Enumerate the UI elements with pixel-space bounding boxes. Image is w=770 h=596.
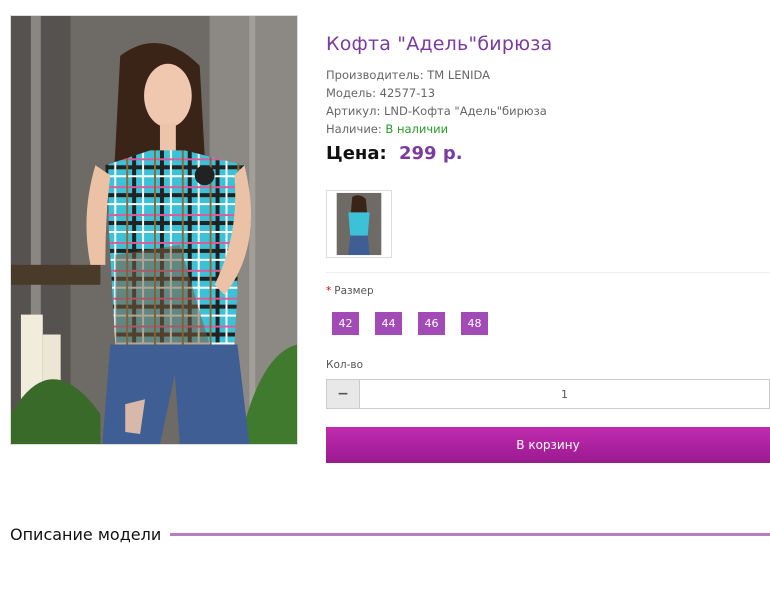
price-label: Цена: bbox=[326, 143, 387, 164]
sku-row: Артикул: LND-Кофта "Адель"бирюза bbox=[326, 102, 547, 120]
quantity-decrease-button[interactable]: − bbox=[327, 380, 360, 408]
size-option-44[interactable]: 44 bbox=[375, 312, 402, 335]
sku-value: LND-Кофта "Адель"бирюза bbox=[383, 104, 547, 118]
product-main-image[interactable] bbox=[10, 15, 298, 445]
sku-label: Артикул: bbox=[326, 104, 381, 118]
manufacturer-row: Производитель: TM LENIDA bbox=[326, 66, 547, 84]
size-option-48[interactable]: 48 bbox=[461, 312, 488, 335]
size-option-46[interactable]: 46 bbox=[418, 312, 445, 335]
required-mark: * bbox=[326, 285, 332, 297]
size-options: 42 44 46 48 bbox=[332, 312, 488, 335]
product-thumbnail[interactable] bbox=[326, 190, 392, 258]
availability-value: В наличии bbox=[385, 122, 449, 136]
quantity-label: Кол-во bbox=[326, 359, 363, 371]
description-section-header: Описание модели bbox=[10, 525, 770, 544]
product-info: Производитель: TM LENIDA Модель: 42577-1… bbox=[326, 66, 547, 138]
manufacturer-label: Производитель: bbox=[326, 68, 424, 82]
model-row: Модель: 42577-13 bbox=[326, 84, 547, 102]
product-title: Кофта "Адель"бирюза bbox=[326, 33, 553, 55]
size-label-text: Размер bbox=[334, 285, 374, 297]
manufacturer-value[interactable]: TM LENIDA bbox=[427, 68, 490, 82]
availability-row: Наличие: В наличии bbox=[326, 120, 547, 138]
quantity-stepper: − bbox=[326, 379, 770, 409]
quantity-input[interactable] bbox=[360, 380, 769, 408]
model-label: Модель: bbox=[326, 86, 376, 100]
description-heading-line bbox=[170, 533, 770, 536]
description-heading: Описание модели bbox=[10, 525, 162, 544]
model-value: 42577-13 bbox=[379, 86, 436, 100]
options-divider bbox=[326, 272, 770, 273]
price-row: Цена: 299 р. bbox=[326, 143, 463, 164]
availability-label: Наличие: bbox=[326, 122, 382, 136]
add-to-cart-button[interactable]: В корзину bbox=[326, 427, 770, 463]
size-label: * Размер bbox=[326, 285, 374, 297]
size-option-42[interactable]: 42 bbox=[332, 312, 359, 335]
price-value: 299 р. bbox=[398, 143, 463, 164]
